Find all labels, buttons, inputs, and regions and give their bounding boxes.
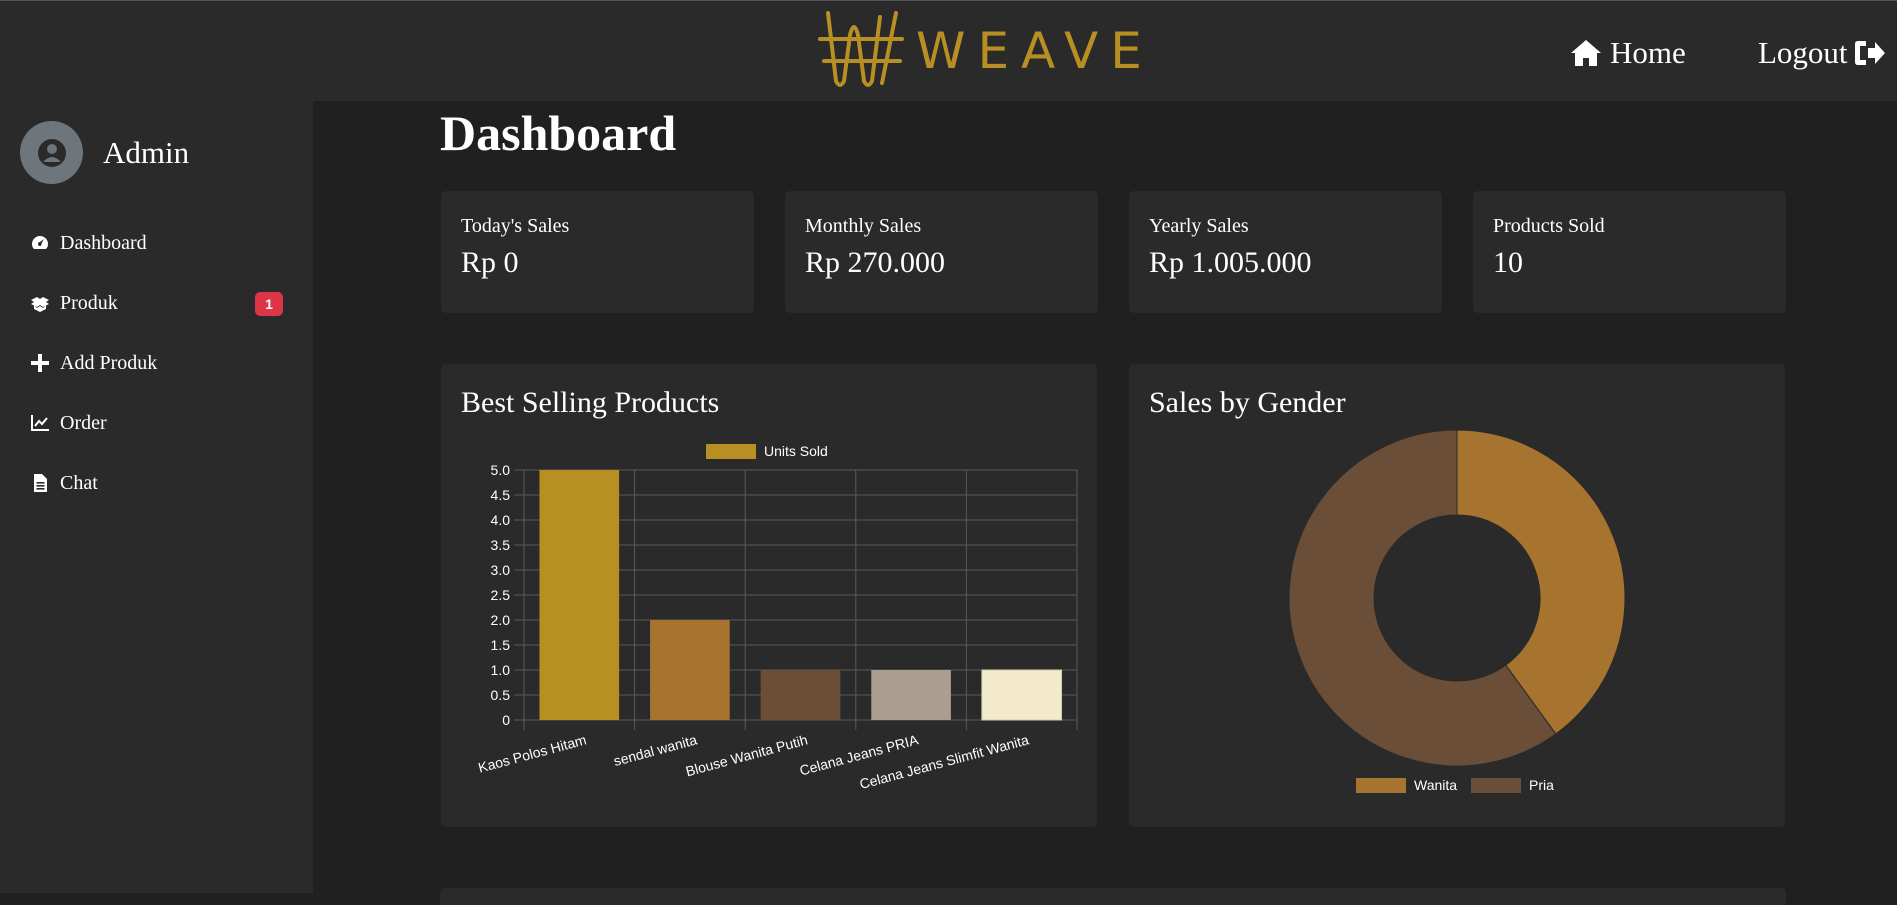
plus-icon xyxy=(31,354,49,372)
bar xyxy=(981,669,1063,721)
home-link[interactable]: Home xyxy=(1570,35,1686,71)
y-tick-label: 3.0 xyxy=(491,562,511,578)
legend-label: Wanita xyxy=(1414,777,1457,793)
legend-swatch xyxy=(1471,778,1521,793)
gauge-icon xyxy=(32,236,48,249)
notification-badge: 1 xyxy=(255,292,283,316)
chart-legend: Units Sold xyxy=(706,443,828,459)
sidebar-item-label: Dashboard xyxy=(60,231,147,254)
stat-card-products-sold: Products Sold 10 xyxy=(1473,191,1786,313)
legend-label: Pria xyxy=(1529,777,1554,793)
weave-logo-icon xyxy=(818,11,904,87)
sidebar-item-dashboard[interactable]: Dashboard xyxy=(0,213,313,273)
bottom-card xyxy=(440,888,1786,905)
brand-name: WEAVE xyxy=(916,22,1154,80)
sidebar-item-add-produk[interactable]: Add Produk xyxy=(0,333,313,393)
stat-value: Rp 0 xyxy=(461,246,519,279)
best-selling-card: Best Selling Products Units Sold 5.0 4.5 4.… xyxy=(441,364,1097,827)
sidebar-item-label: Produk xyxy=(60,291,118,314)
stat-label: Products Sold xyxy=(1493,215,1605,237)
logout-label: Logout xyxy=(1758,35,1848,70)
stat-label: Monthly Sales xyxy=(805,215,922,237)
sidebar-item-produk[interactable]: Produk 1 xyxy=(0,273,313,333)
legend-swatch xyxy=(706,444,756,459)
bar xyxy=(539,470,620,720)
stat-label: Today's Sales xyxy=(461,215,570,237)
legend-label: Units Sold xyxy=(764,443,828,459)
file-icon xyxy=(34,474,47,492)
stat-card-yearly: Yearly Sales Rp 1.005.000 xyxy=(1129,191,1442,313)
home-icon xyxy=(1571,40,1601,66)
y-tick-label: 3.5 xyxy=(491,537,511,553)
user-circle-icon xyxy=(37,138,66,167)
bar xyxy=(760,670,841,720)
gender-sales-card: Sales by Gender Wanita Pria xyxy=(1129,364,1785,827)
sidebar-item-label: Chat xyxy=(60,471,98,494)
stat-value: 10 xyxy=(1493,246,1523,279)
sign-out-icon xyxy=(1854,41,1885,65)
user-name: Admin xyxy=(103,134,190,170)
legend-swatch xyxy=(1356,778,1406,793)
boxes-icon xyxy=(31,297,49,312)
x-tick-label: Kaos Polos Hitam xyxy=(476,731,588,775)
y-tick-label: 5.0 xyxy=(491,462,511,478)
y-tick-label: 1.0 xyxy=(491,662,511,678)
stat-value: Rp 270.000 xyxy=(805,246,946,279)
y-tick-label: 0 xyxy=(502,712,510,728)
home-label: Home xyxy=(1610,35,1686,70)
sidebar: Admin Dashboard Produk 1 Add Produk Orde… xyxy=(0,101,313,893)
chart-legend: Wanita Pria xyxy=(1356,777,1554,793)
stat-card-today: Today's Sales Rp 0 xyxy=(441,191,754,313)
avatar xyxy=(20,121,83,184)
bar xyxy=(871,670,951,720)
line-chart-icon xyxy=(31,415,49,431)
stat-label: Yearly Sales xyxy=(1149,215,1249,237)
stat-card-monthly: Monthly Sales Rp 270.000 xyxy=(785,191,1098,313)
sidebar-item-order[interactable]: Order xyxy=(0,393,313,453)
x-tick-label: Blouse Wanita Putih xyxy=(684,731,809,779)
bar xyxy=(650,620,730,720)
user-profile: Admin xyxy=(20,121,189,184)
sidebar-menu: Dashboard Produk 1 Add Produk Order Chat xyxy=(0,213,313,513)
y-tick-label: 2.0 xyxy=(491,612,511,628)
y-tick-label: 0.5 xyxy=(491,687,511,703)
doughnut-chart: Wanita Pria xyxy=(1288,429,1626,793)
sidebar-item-chat[interactable]: Chat xyxy=(0,453,313,513)
y-tick-label: 4.5 xyxy=(491,487,511,503)
brand-logo[interactable]: WEAVE xyxy=(818,9,1154,93)
sidebar-item-label: Order xyxy=(60,411,107,434)
y-tick-label: 4.0 xyxy=(491,512,511,528)
sidebar-item-label: Add Produk xyxy=(60,351,158,374)
y-tick-label: 1.5 xyxy=(491,637,511,653)
stat-value: Rp 1.005.000 xyxy=(1149,246,1312,279)
y-tick-label: 2.5 xyxy=(491,587,511,603)
logout-link[interactable]: Logout xyxy=(1758,35,1886,71)
bar-chart: Units Sold 5.0 4.5 4.0 3.5 3.0 2.5 2.0 1.5 1.0 0.5… xyxy=(476,443,1078,792)
page-title: Dashboard xyxy=(440,105,677,161)
top-navbar: WEAVE Home Logout xyxy=(0,0,1897,101)
